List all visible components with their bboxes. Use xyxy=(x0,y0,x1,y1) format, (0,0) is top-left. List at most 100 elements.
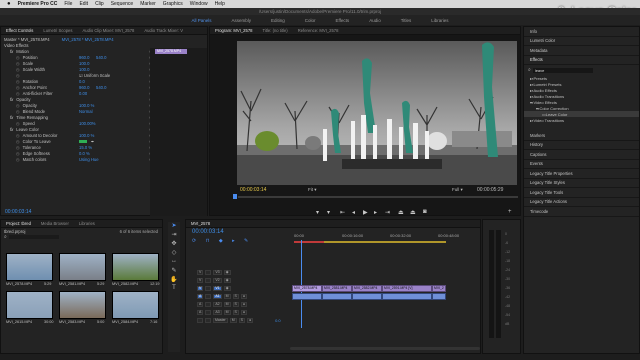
track-header[interactable]: A A2 M S ● xyxy=(197,301,521,308)
track-target-toggle[interactable]: A xyxy=(197,302,204,307)
track-audio-button[interactable]: S xyxy=(232,294,239,299)
panel-legacy-title-actions[interactable]: Legacy Title Actions xyxy=(524,198,639,207)
menu-clip[interactable]: Clip xyxy=(95,1,104,7)
effect-controls-tab-2[interactable]: Audio Clip Mixer: MVI_2578 xyxy=(77,28,139,33)
track-audio-button[interactable]: ● xyxy=(240,294,248,299)
type-tool-icon[interactable]: T xyxy=(168,285,180,294)
track-audio-button[interactable]: M xyxy=(229,318,237,323)
sync-lock-icon[interactable] xyxy=(205,294,212,299)
mark-in-button[interactable]: ▾ xyxy=(316,209,319,216)
program-tab-2[interactable]: Reference: MVI_2578 xyxy=(293,28,344,33)
fx-badge-icon[interactable]: fx xyxy=(10,49,13,54)
track-name[interactable]: A1 xyxy=(213,294,222,299)
timeline-zoom-scrollbar[interactable] xyxy=(290,347,480,350)
project-tab-0[interactable]: Project: tbred xyxy=(1,221,36,226)
track-name[interactable]: V2 xyxy=(213,278,222,283)
project-item-name[interactable]: MVI_2584.MP4 xyxy=(112,320,138,324)
stopwatch-icon[interactable]: ◷ xyxy=(16,139,20,144)
program-playhead[interactable] xyxy=(233,194,237,199)
track-target-toggle[interactable]: V xyxy=(197,278,204,283)
track-audio-button[interactable]: ● xyxy=(240,302,248,307)
stopwatch-icon[interactable]: ◷ xyxy=(16,151,20,156)
toggle-output-eye-icon[interactable]: ◉ xyxy=(223,286,231,291)
step-forward-button[interactable]: ▸ xyxy=(374,209,377,216)
track-target-toggle[interactable]: A xyxy=(197,294,204,299)
sync-lock-icon[interactable] xyxy=(205,286,212,291)
audio-clip[interactable] xyxy=(352,293,382,300)
effect-property-value[interactable]: 960.0 xyxy=(79,85,89,90)
stopwatch-icon[interactable]: ◷ xyxy=(16,145,20,150)
program-timecode[interactable]: 00:00:03:14 xyxy=(240,187,266,193)
track-select-tool-icon[interactable]: ⇥ xyxy=(168,231,180,240)
work-area-in-segment[interactable] xyxy=(294,241,324,243)
app-name-menu[interactable]: Premiere Pro CC xyxy=(18,1,58,7)
program-tab-0[interactable]: Program: MVI_2578 xyxy=(210,28,257,33)
program-quality-dropdown[interactable]: Full ▾ xyxy=(452,187,463,193)
effect-property-value[interactable]: Using Hue xyxy=(79,157,99,162)
audio-clip[interactable] xyxy=(322,293,352,300)
timeline-ruler[interactable]: 00:00 00:00:16:00 00:00:32:00 00:00:48:00 xyxy=(290,231,480,239)
project-item-name[interactable]: MVI_2578.MP4 xyxy=(6,282,32,286)
menu-sequence[interactable]: Sequence xyxy=(111,1,134,7)
audio-clip[interactable] xyxy=(292,293,322,300)
stopwatch-icon[interactable]: ◷ xyxy=(16,61,20,66)
lift-button[interactable]: ⏏ xyxy=(398,209,404,216)
effect-property-value[interactable]: 0.00 xyxy=(79,91,87,96)
track-audio-button[interactable]: M xyxy=(223,294,231,299)
fx-badge-icon[interactable]: fx xyxy=(10,115,13,120)
export-frame-button[interactable]: ◙ xyxy=(423,209,427,215)
panel-legacy-title-styles[interactable]: Legacy Title Styles xyxy=(524,179,639,188)
fx-badge-icon[interactable]: fx xyxy=(10,97,13,102)
video-clip[interactable]: MVI_2591.MP4 [V] xyxy=(382,285,432,292)
panel-markers[interactable]: Markers xyxy=(524,131,639,141)
menu-graphics[interactable]: Graphics xyxy=(163,1,183,7)
stopwatch-icon[interactable]: ◷ xyxy=(16,55,20,60)
stopwatch-icon[interactable]: ◷ xyxy=(16,121,20,126)
track-audio-button[interactable]: S xyxy=(232,302,239,307)
effects-tree-item[interactable]: ▸ ▪ Video Transitions xyxy=(524,117,639,123)
effect-property-value[interactable]: 100.0 xyxy=(79,67,89,72)
track-header[interactable]: Master M S ● 0.0 xyxy=(197,317,521,324)
program-tab-1[interactable]: Title: (no title) xyxy=(257,28,292,33)
workspace-audio[interactable]: Audio xyxy=(369,18,381,23)
audio-clip[interactable] xyxy=(382,293,432,300)
track-audio-button[interactable]: S xyxy=(232,310,239,315)
toggle-output-eye-icon[interactable]: ◉ xyxy=(223,270,231,275)
sync-lock-icon[interactable] xyxy=(205,270,212,275)
panel-info[interactable]: Info xyxy=(524,27,639,37)
track-target-toggle[interactable] xyxy=(197,318,203,323)
program-fit-dropdown[interactable]: Fit ▾ xyxy=(308,187,317,193)
color-swatch[interactable] xyxy=(79,139,87,143)
project-tab-1[interactable]: Media Browser xyxy=(36,221,74,226)
effect-property-value[interactable]: 960.0 xyxy=(79,55,89,60)
panel-history[interactable]: History xyxy=(524,141,639,150)
track-name[interactable]: A3 xyxy=(213,310,222,315)
eyedropper-icon[interactable]: ✒ xyxy=(91,139,95,144)
step-back-button[interactable]: ◂ xyxy=(352,209,355,216)
workspace-effects[interactable]: Effects xyxy=(336,18,350,23)
panel-lumetri-color[interactable]: Lumetri Color xyxy=(524,37,639,46)
track-audio-button[interactable]: S xyxy=(238,318,245,323)
pen-tool-icon[interactable]: ✎ xyxy=(168,267,180,276)
effect-property-value-y[interactable]: 540.0 xyxy=(96,85,106,90)
panel-legacy-title-tools[interactable]: Legacy Title Tools xyxy=(524,188,639,198)
project-thumbnail[interactable] xyxy=(112,291,159,319)
track-audio-button[interactable]: M xyxy=(223,302,231,307)
track-audio-button[interactable]: M xyxy=(223,310,231,315)
audio-clip[interactable] xyxy=(432,293,446,300)
workspace-titles[interactable]: Titles xyxy=(401,18,412,23)
track-header[interactable]: V V3 ◉ xyxy=(197,269,521,276)
stopwatch-icon[interactable]: ◷ xyxy=(16,79,20,84)
menu-file[interactable]: File xyxy=(64,1,72,7)
go-to-out-button[interactable]: ⇥ xyxy=(385,209,390,216)
project-item-name[interactable]: MVI_2581.MP4 xyxy=(59,282,85,286)
sync-lock-icon[interactable] xyxy=(205,310,212,315)
selection-tool-icon[interactable]: ➤ xyxy=(168,222,180,231)
panel-timecode[interactable]: Timecode xyxy=(524,207,639,217)
effect-controls-tab-3[interactable]: Audio Track Mixer: V xyxy=(139,28,188,33)
project-thumbnail[interactable] xyxy=(6,291,53,319)
effect-property-value-y[interactable]: 540.0 xyxy=(96,55,106,60)
effects-panel-title[interactable]: Effects xyxy=(524,56,639,65)
track-target-toggle[interactable]: V xyxy=(197,286,204,291)
play-button[interactable]: ▶ xyxy=(363,209,368,216)
